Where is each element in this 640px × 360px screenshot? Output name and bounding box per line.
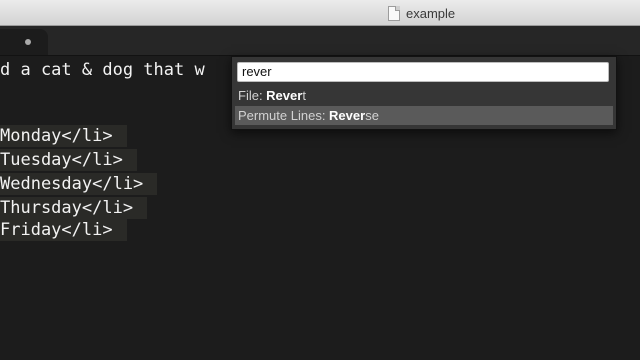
code-line: d a cat & dog that w [0,60,205,80]
result-match: Rever [266,88,303,103]
code-line: Wednesday</li> [0,173,158,195]
palette-result-item[interactable]: File: Revert [235,86,613,105]
code-line: Tuesday</li> [0,149,137,171]
modified-dot-icon [25,39,31,45]
code-line: Friday</li> [0,219,127,241]
window-titlebar: example [0,0,640,26]
result-prefix: Permute Lines: [238,108,330,123]
result-prefix: File: [238,88,267,103]
result-match: Rever [329,108,366,123]
command-palette-input[interactable]: rever [237,62,609,82]
tab-example[interactable] [0,29,48,55]
window-title-group: example [388,5,455,21]
code-line: Monday</li> [0,125,127,147]
palette-result-item-selected[interactable]: Permute Lines: Reverse [235,106,613,125]
document-icon [388,5,400,21]
result-rest: se [365,108,379,123]
window-title: example [406,5,456,21]
code-line: Thursday</li> [0,197,148,219]
tab-bar [0,26,640,56]
command-palette: rever File: Revert Permute Lines: Revers… [231,56,617,130]
result-rest: t [302,88,306,103]
